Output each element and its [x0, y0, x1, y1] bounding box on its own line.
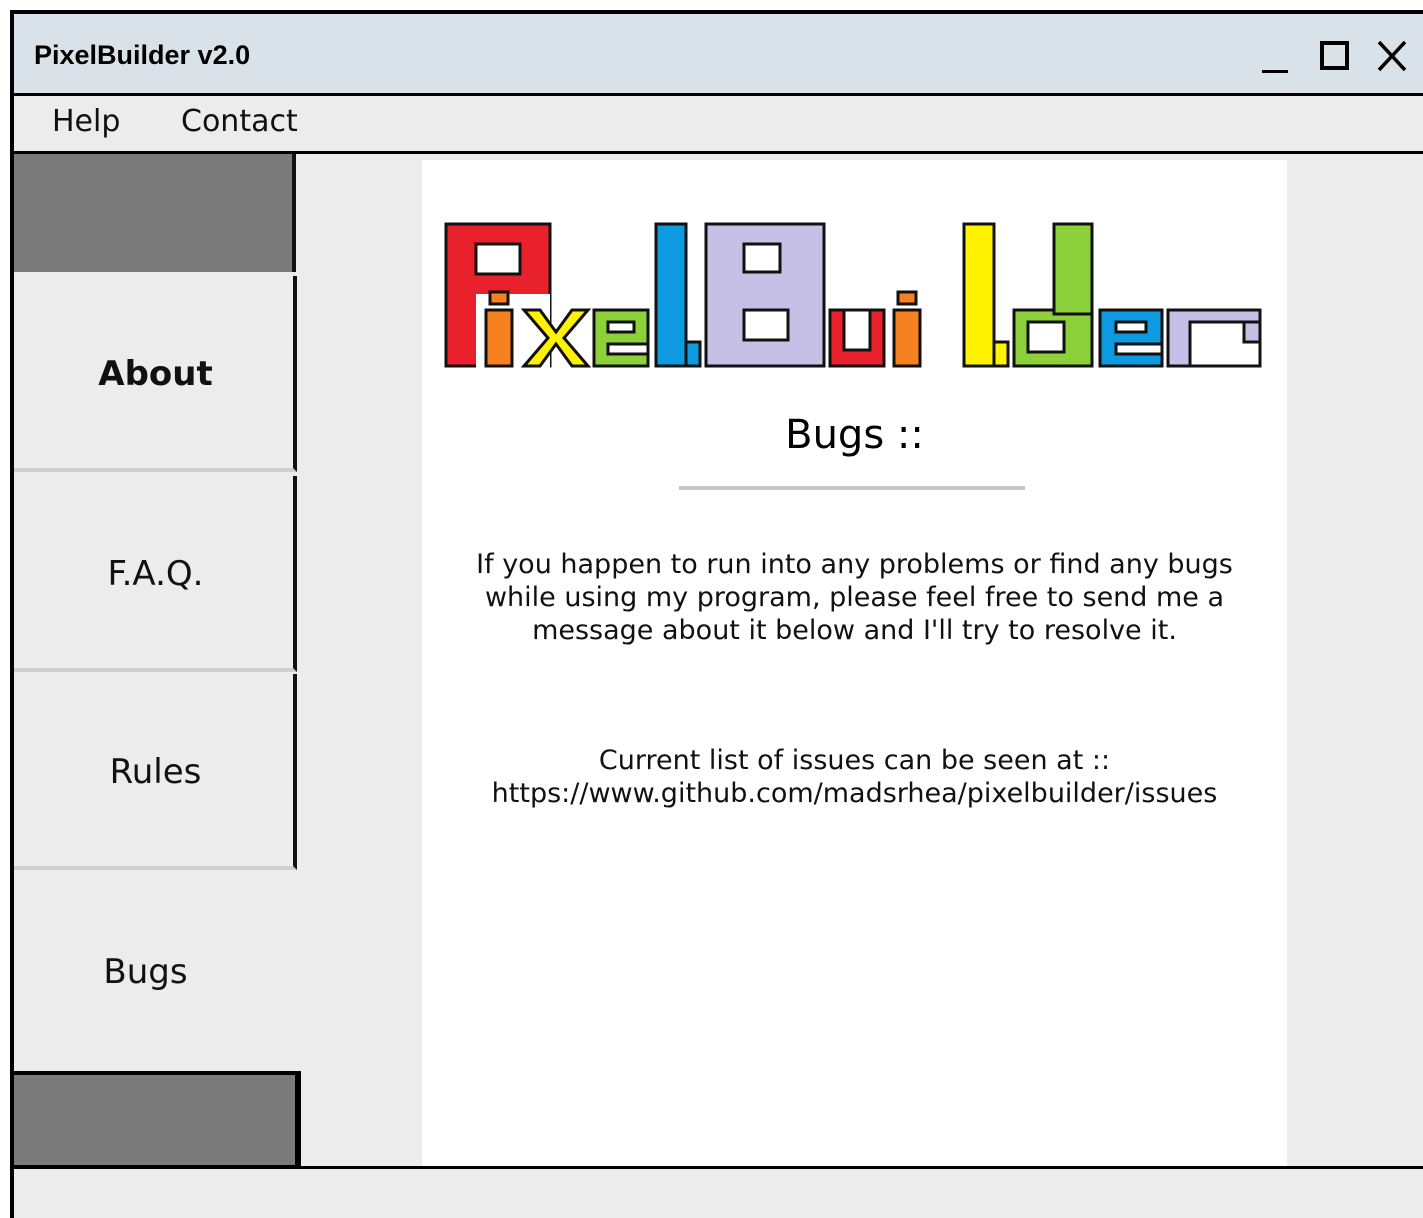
minimize-icon: [1262, 70, 1288, 73]
app-title: PixelBuilder v2.0: [34, 40, 251, 70]
tab-about[interactable]: About: [14, 276, 297, 472]
menu-contact[interactable]: Contact: [181, 104, 298, 139]
content-panel: Bugs :: If you happen to run into any pr…: [422, 160, 1287, 1172]
tab-rules-label: Rules: [109, 752, 202, 792]
sidebar-bottom-block: [14, 1071, 301, 1169]
tab-rules[interactable]: Rules: [14, 674, 297, 870]
app-window: PixelBuilder v2.0 Help Contact About F.A…: [10, 10, 1423, 1218]
issues-info: Current list of issues can be seen at ::…: [442, 744, 1267, 810]
maximize-icon: [1320, 41, 1349, 70]
tab-bugs-label: Bugs: [103, 952, 188, 992]
issues-info-text: Current list of issues can be seen at ::: [598, 745, 1111, 776]
menu-bar: Help Contact: [14, 96, 1423, 154]
close-button[interactable]: [1372, 36, 1412, 76]
bugs-description: If you happen to run into any problems o…: [476, 549, 1233, 646]
tab-faq[interactable]: F.A.Q.: [14, 476, 297, 672]
tab-bugs[interactable]: Bugs: [14, 874, 424, 1070]
sidebar-top-block: [14, 154, 296, 272]
tab-about-label: About: [98, 354, 213, 394]
close-icon: [1377, 40, 1407, 72]
status-area: [14, 1169, 1423, 1218]
title-bar[interactable]: PixelBuilder v2.0: [14, 14, 1423, 96]
minimize-button[interactable]: [1254, 36, 1294, 76]
issues-link[interactable]: https://www.github.com/madsrhea/pixelbui…: [442, 777, 1267, 810]
pixelbuilder-logo: [444, 222, 1262, 368]
menu-help[interactable]: Help: [52, 104, 120, 139]
tab-faq-label: F.A.Q.: [107, 554, 204, 594]
title-divider: [679, 486, 1025, 490]
section-title: Bugs ::: [785, 412, 924, 458]
maximize-button[interactable]: [1314, 36, 1354, 76]
